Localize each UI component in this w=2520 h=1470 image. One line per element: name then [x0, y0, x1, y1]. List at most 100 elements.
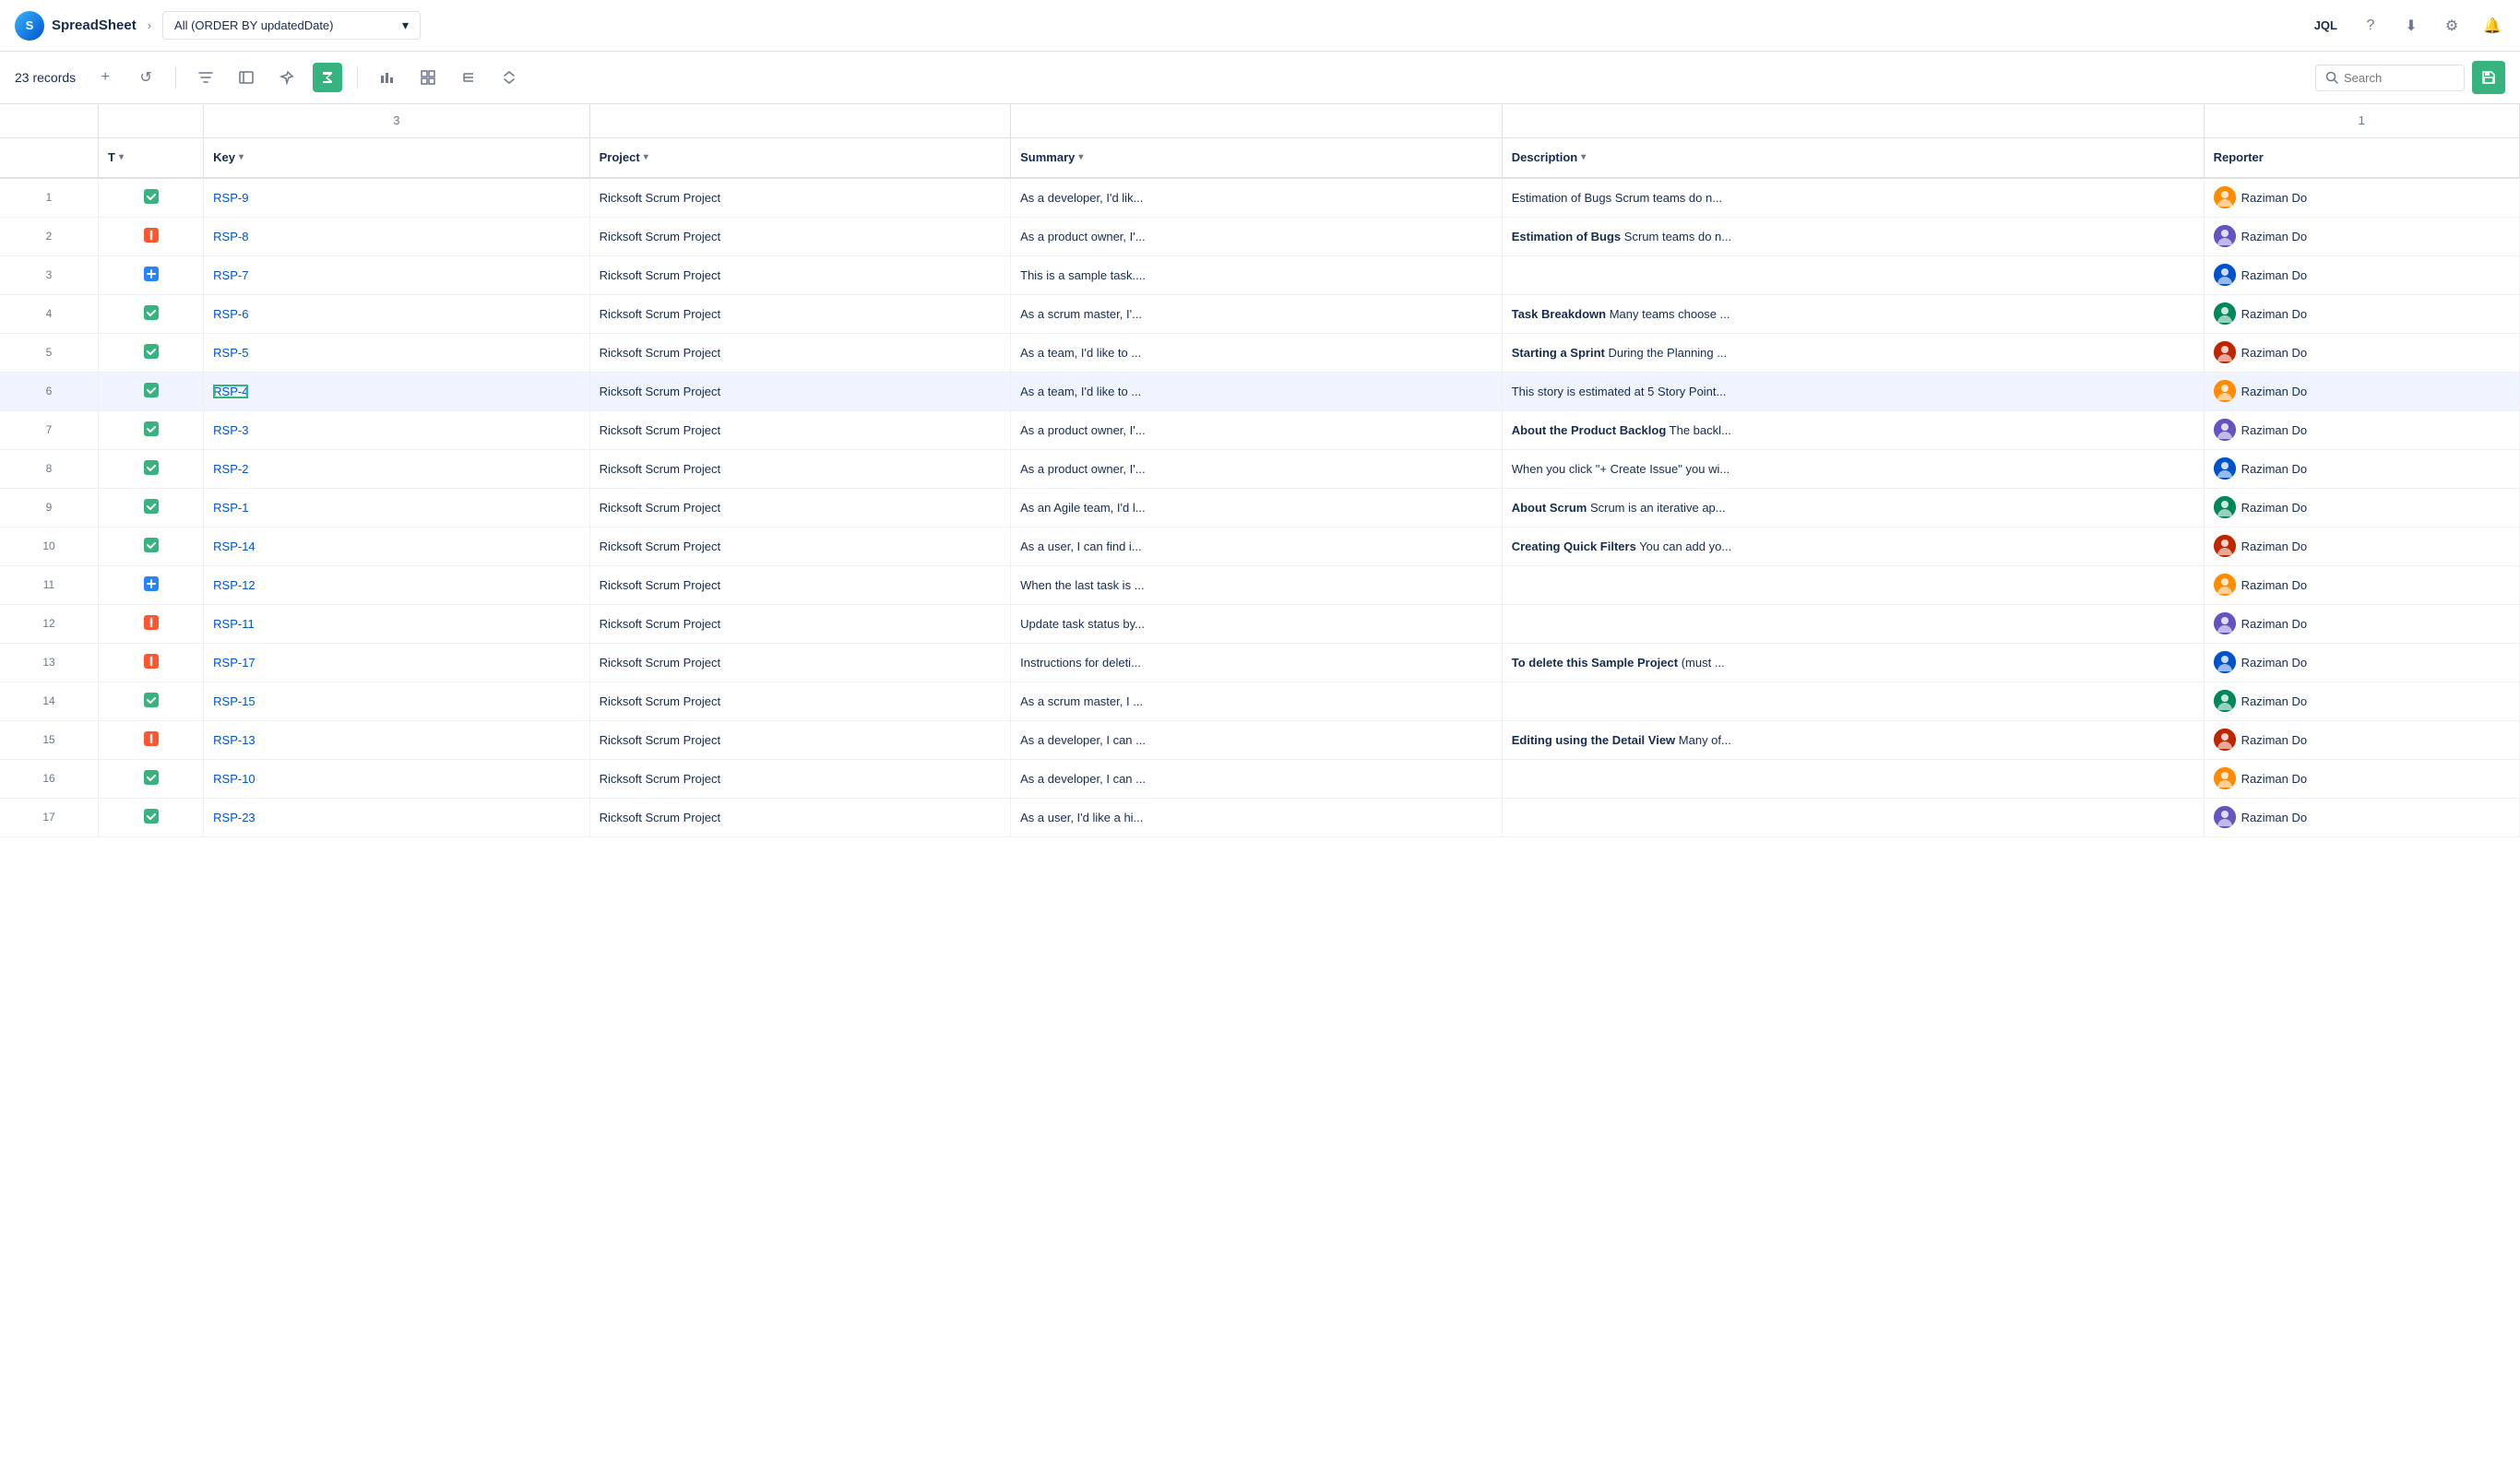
row-number: 14 — [0, 682, 99, 720]
pin-button[interactable] — [272, 63, 302, 92]
issue-key-cell[interactable]: RSP-3 — [204, 410, 589, 449]
table-row[interactable]: 7 RSP-3 Ricksoft Scrum Project As a prod… — [0, 410, 2520, 449]
table-row[interactable]: 11 RSP-12 Ricksoft Scrum Project When th… — [0, 565, 2520, 604]
table-row[interactable]: 4 RSP-6 Ricksoft Scrum Project As a scru… — [0, 294, 2520, 333]
save-button[interactable] — [2472, 61, 2505, 94]
table-row[interactable]: 8 RSP-2 Ricksoft Scrum Project As a prod… — [0, 449, 2520, 488]
issue-key-link[interactable]: RSP-1 — [213, 501, 248, 515]
table-row[interactable]: 6 RSP-4 Ricksoft Scrum Project As a team… — [0, 372, 2520, 410]
hide-fields-button[interactable] — [232, 63, 261, 92]
collapse-button[interactable] — [494, 63, 524, 92]
row-number: 1 — [0, 178, 99, 217]
header-summary[interactable]: Summary ▾ — [1011, 137, 1503, 178]
issue-key-link[interactable]: RSP-11 — [213, 617, 255, 631]
summary-cell: As a team, I'd like to ... — [1011, 372, 1503, 410]
help-icon[interactable]: ? — [2358, 13, 2383, 39]
table-row[interactable]: 10 RSP-14 Ricksoft Scrum Project As a us… — [0, 527, 2520, 565]
table-row[interactable]: 16 RSP-10 Ricksoft Scrum Project As a de… — [0, 759, 2520, 798]
bar-chart-button[interactable] — [373, 63, 402, 92]
row-number: 3 — [0, 255, 99, 294]
issue-key-cell[interactable]: RSP-11 — [204, 604, 589, 643]
issue-key-cell[interactable]: RSP-10 — [204, 759, 589, 798]
issue-key-cell[interactable]: RSP-1 — [204, 488, 589, 527]
table-row[interactable]: 17 RSP-23 Ricksoft Scrum Project As a us… — [0, 798, 2520, 836]
filter-dropdown[interactable]: All (ORDER BY updatedDate) ▾ — [162, 11, 421, 40]
table-row[interactable]: 3 RSP-7 Ricksoft Scrum Project This is a… — [0, 255, 2520, 294]
description-cell: Estimation of Bugs Scrum teams do n... — [1502, 178, 2204, 217]
avatar — [2214, 264, 2236, 286]
reporter-name: Raziman Do — [2241, 423, 2308, 437]
header-project[interactable]: Project ▾ — [589, 137, 1011, 178]
header-description[interactable]: Description ▾ — [1502, 137, 2204, 178]
issue-key-link[interactable]: RSP-5 — [213, 346, 248, 360]
sort-icon-description: ▾ — [1581, 152, 1586, 162]
reporter-cell: Raziman Do — [2204, 449, 2519, 488]
project-cell: Ricksoft Scrum Project — [589, 527, 1011, 565]
sum-button[interactable] — [313, 63, 342, 92]
reporter-name: Raziman Do — [2241, 462, 2308, 476]
issue-key-link[interactable]: RSP-2 — [213, 462, 248, 476]
header-key[interactable]: Key ▾ — [204, 137, 589, 178]
col-number-reporter: 1 — [2204, 104, 2519, 137]
grid-view-button[interactable] — [413, 63, 443, 92]
issue-key-link[interactable]: RSP-13 — [213, 733, 256, 747]
sum-icon — [320, 70, 335, 85]
issue-key-cell[interactable]: RSP-2 — [204, 449, 589, 488]
issue-key-link[interactable]: RSP-17 — [213, 656, 256, 670]
issue-key-cell[interactable]: RSP-15 — [204, 682, 589, 720]
issue-key-cell[interactable]: RSP-7 — [204, 255, 589, 294]
table-row[interactable]: 15 RSP-13 Ricksoft Scrum Project As a de… — [0, 720, 2520, 759]
issue-key-link[interactable]: RSP-9 — [213, 191, 248, 205]
issue-key-cell[interactable]: RSP-23 — [204, 798, 589, 836]
breadcrumb-separator: › — [148, 18, 151, 32]
search-box[interactable] — [2315, 65, 2465, 91]
table-row[interactable]: 14 RSP-15 Ricksoft Scrum Project As a sc… — [0, 682, 2520, 720]
issue-key-link[interactable]: RSP-15 — [213, 694, 256, 708]
issue-key-link[interactable]: RSP-7 — [213, 268, 248, 282]
notification-icon[interactable]: 🔔 — [2479, 13, 2505, 39]
col-number-t — [99, 104, 204, 137]
issue-key-link[interactable]: RSP-10 — [213, 772, 256, 786]
top-bar: S SpreadSheet › All (ORDER BY updatedDat… — [0, 0, 2520, 52]
issue-key-link[interactable]: RSP-8 — [213, 230, 248, 243]
jql-button[interactable]: JQL — [2309, 15, 2343, 36]
filter-dropdown-text: All (ORDER BY updatedDate) — [174, 18, 333, 32]
filter-button[interactable] — [191, 63, 220, 92]
issue-key-cell[interactable]: RSP-12 — [204, 565, 589, 604]
tree-view-button[interactable] — [454, 63, 483, 92]
issue-type-cell — [99, 255, 204, 294]
table-row[interactable]: 5 RSP-5 Ricksoft Scrum Project As a team… — [0, 333, 2520, 372]
issues-table: 3 1 T ▾ Key ▾ — [0, 104, 2520, 837]
description-cell — [1502, 798, 2204, 836]
table-row[interactable]: 1 RSP-9 Ricksoft Scrum Project As a deve… — [0, 178, 2520, 217]
issue-key-cell[interactable]: RSP-6 — [204, 294, 589, 333]
search-input[interactable] — [2344, 71, 2455, 85]
summary-cell: As a developer, I can ... — [1011, 759, 1503, 798]
issue-key-cell[interactable]: RSP-4 — [204, 372, 589, 410]
issue-key-cell[interactable]: RSP-14 — [204, 527, 589, 565]
issue-key-link[interactable]: RSP-12 — [213, 578, 256, 592]
issue-key-link[interactable]: RSP-23 — [213, 811, 256, 824]
issue-key-cell[interactable]: RSP-5 — [204, 333, 589, 372]
table-container: 3 1 T ▾ Key ▾ — [0, 104, 2520, 1464]
refresh-button[interactable]: ↺ — [131, 63, 160, 92]
issue-key-cell[interactable]: RSP-8 — [204, 217, 589, 255]
add-record-button[interactable]: + — [90, 63, 120, 92]
table-row[interactable]: 9 RSP-1 Ricksoft Scrum Project As an Agi… — [0, 488, 2520, 527]
reporter-cell: Raziman Do — [2204, 410, 2519, 449]
issue-key-cell[interactable]: RSP-13 — [204, 720, 589, 759]
issue-key-link[interactable]: RSP-14 — [213, 539, 256, 553]
table-row[interactable]: 13 RSP-17 Ricksoft Scrum Project Instruc… — [0, 643, 2520, 682]
issue-key-link[interactable]: RSP-4 — [213, 385, 248, 398]
issue-key-cell[interactable]: RSP-9 — [204, 178, 589, 217]
header-t[interactable]: T ▾ — [99, 137, 204, 178]
issue-key-cell[interactable]: RSP-17 — [204, 643, 589, 682]
reporter-name: Raziman Do — [2241, 191, 2308, 205]
issue-key-link[interactable]: RSP-6 — [213, 307, 248, 321]
table-row[interactable]: 12 RSP-11 Ricksoft Scrum Project Update … — [0, 604, 2520, 643]
table-row[interactable]: 2 RSP-8 Ricksoft Scrum Project As a prod… — [0, 217, 2520, 255]
issue-key-link[interactable]: RSP-3 — [213, 423, 248, 437]
header-reporter[interactable]: Reporter — [2204, 137, 2519, 178]
settings-icon[interactable]: ⚙ — [2439, 13, 2465, 39]
download-icon[interactable]: ⬇ — [2398, 13, 2424, 39]
